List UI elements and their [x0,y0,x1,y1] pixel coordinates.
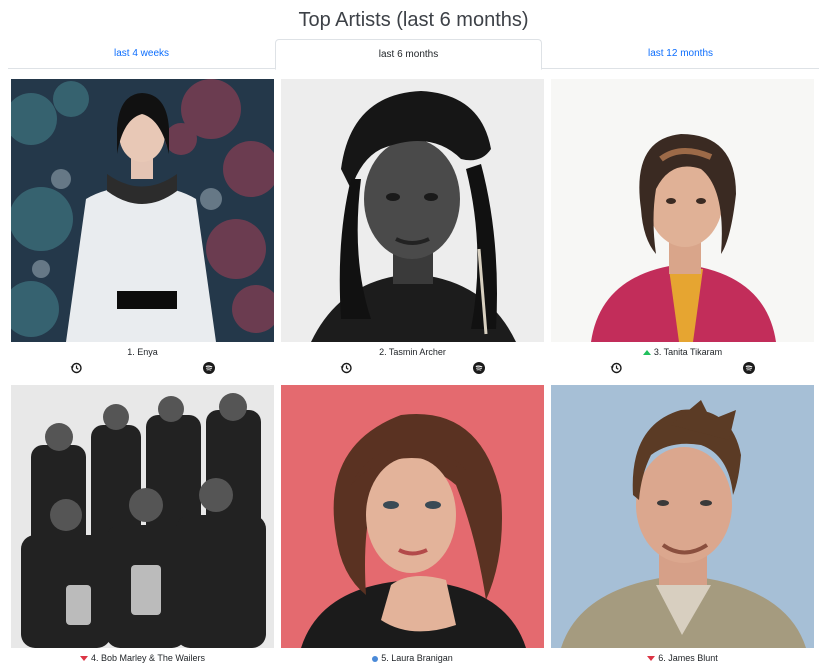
artist-photo-bob-marley[interactable] [11,385,274,648]
tab-last-4-weeks[interactable]: last 4 weeks [8,39,275,69]
spotify-icon[interactable] [203,362,215,374]
history-icon[interactable] [610,362,622,374]
page-title: Top Artists (last 6 months) [298,9,529,31]
artist-caption: 4. Bob Marley & The Wailers [11,653,274,663]
trend-down-icon [79,656,88,662]
artist-name[interactable]: 6. James Blunt [658,653,718,663]
history-icon[interactable] [70,362,82,374]
artist-photo-enya[interactable] [11,79,274,342]
artist-caption: 2. Tasmin Archer [281,347,544,357]
laura-branigan-photo [281,385,544,648]
history-icon[interactable] [340,362,352,374]
time-range-tabs: last 4 weeks last 6 months last 12 month… [8,39,819,70]
artist-name[interactable]: 5. Laura Branigan [381,653,453,663]
spotify-icon[interactable] [473,362,485,374]
spotify-icon[interactable] [743,362,755,374]
tasmin-archer-photo [281,79,544,342]
artist-name[interactable]: 1. Enya [127,347,158,357]
tab-last-6-months[interactable]: last 6 months [275,39,542,70]
bob-marley-photo [11,385,274,648]
artist-photo-laura-branigan[interactable] [281,385,544,648]
enya-photo [11,79,274,342]
artist-name[interactable]: 2. Tasmin Archer [379,347,446,357]
artist-caption: 1. Enya [11,347,274,357]
artist-photo-james-blunt[interactable] [551,385,814,648]
artist-name[interactable]: 4. Bob Marley & The Wailers [91,653,205,663]
trend-new-icon [372,655,379,662]
trend-down-icon [647,656,656,662]
artist-name[interactable]: 3. Tanita Tikaram [654,347,722,357]
artist-photo-tasmin-archer[interactable] [281,79,544,342]
trend-up-icon [642,350,651,356]
james-blunt-photo [551,385,814,648]
artist-photo-tanita-tikaram[interactable] [551,79,814,342]
artist-caption: 3. Tanita Tikaram [551,347,814,357]
artist-caption: 5. Laura Branigan [281,653,544,663]
artist-caption: 6. James Blunt [551,653,814,663]
tab-last-12-months[interactable]: last 12 months [542,39,819,69]
tanita-tikaram-photo [551,79,814,342]
